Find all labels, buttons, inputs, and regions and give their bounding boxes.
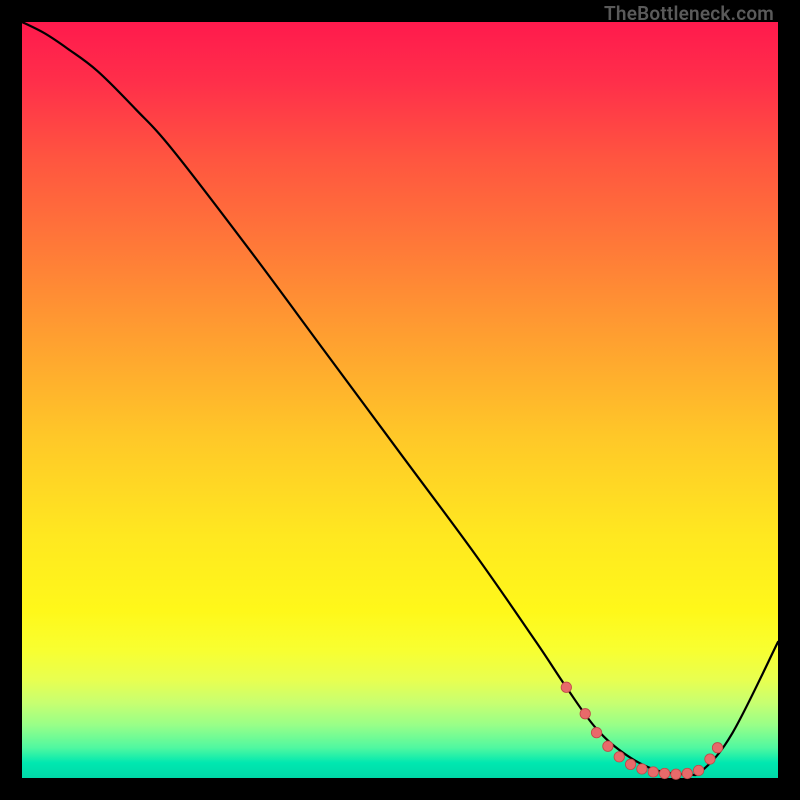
highlight-point: [682, 768, 692, 778]
highlight-point: [648, 767, 658, 777]
curve-path: [22, 22, 778, 775]
highlight-point: [603, 741, 613, 751]
highlight-point: [637, 764, 647, 774]
highlight-point: [561, 682, 571, 692]
highlight-point: [671, 769, 681, 779]
highlight-point: [614, 752, 624, 762]
highlight-point: [693, 765, 703, 775]
chart-curve: [22, 22, 778, 775]
highlight-point: [712, 743, 722, 753]
chart-svg: [22, 22, 778, 778]
highlight-point: [705, 754, 715, 764]
highlight-point: [580, 709, 590, 719]
watermark-label: TheBottleneck.com: [604, 4, 774, 23]
highlight-point: [625, 759, 635, 769]
highlight-point: [659, 768, 669, 778]
highlight-point: [591, 727, 601, 737]
chart-points: [561, 682, 723, 779]
